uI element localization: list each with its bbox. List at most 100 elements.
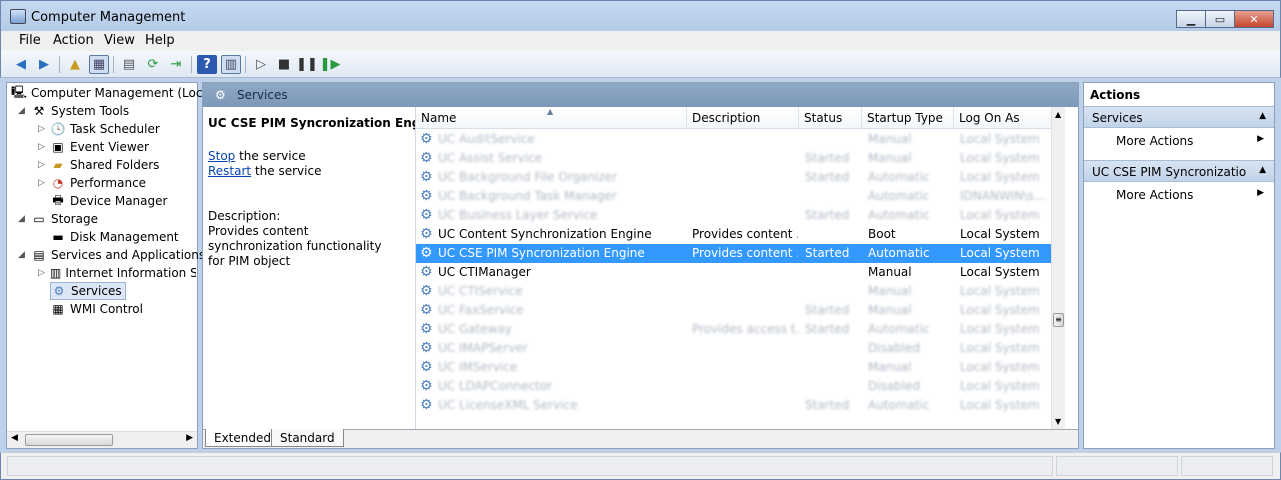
actions-section-selected-service[interactable]: UC CSE PIM Syncronization ...▲ <box>1084 160 1274 182</box>
service-gear-icon: ⚙ <box>420 302 433 318</box>
tree-item-event-viewer[interactable]: ▣ Event Viewer <box>50 138 149 156</box>
expand-arrow-icon[interactable]: ▷ <box>38 178 45 188</box>
tree-horizontal-scrollbar[interactable]: ◀ ▶ <box>7 431 197 448</box>
column-log-on-as[interactable]: Log On As <box>954 107 1052 129</box>
tree-item-system-tools[interactable]: ⚒ System Tools <box>31 102 130 120</box>
up-folder-icon[interactable]: ▲ <box>65 55 85 74</box>
cell-status: Started <box>805 151 850 165</box>
restart-service-icon[interactable]: ❚▶ <box>320 55 341 74</box>
tree-item-services-apps[interactable]: ▤ Services and Applications <box>31 246 205 264</box>
cell-status: Started <box>805 322 850 336</box>
cell-name: UC IMAPServer <box>438 341 528 355</box>
close-button[interactable]: ✕ <box>1234 10 1274 28</box>
collapse-arrow-icon[interactable]: ◢ <box>18 106 25 116</box>
table-row[interactable]: ⚙ UC Gateway Provides access t... Started Au… <box>416 320 1052 339</box>
export-list-icon[interactable]: ⇥ <box>166 55 186 74</box>
tab-extended[interactable]: Extended <box>205 429 280 447</box>
scroll-up-icon[interactable]: ▲ <box>1055 110 1061 119</box>
collapse-arrow-icon[interactable]: ◢ <box>18 250 25 260</box>
table-row[interactable]: ⚙ UC Assist Service Started Manual Local Sys… <box>416 149 1052 168</box>
cell-name: UC Gateway <box>438 322 512 336</box>
table-row[interactable]: ⚙ UC Background File Organizer Started Auto… <box>416 168 1052 187</box>
tree-item-task-scheduler[interactable]: 🕓 Task Scheduler <box>50 120 160 138</box>
table-row[interactable]: ⚙ UC Background Task Manager Automatic IDNA… <box>416 187 1052 206</box>
expand-arrow-icon[interactable]: ▷ <box>38 124 45 134</box>
list-vertical-scrollbar[interactable]: ▲ ≡ ▼ <box>1051 107 1065 429</box>
menu-action[interactable]: Action <box>53 33 94 48</box>
tree-item-storage[interactable]: ▭ Storage <box>31 210 98 228</box>
iis-icon: ▥ <box>50 266 62 280</box>
menu-file[interactable]: File <box>19 33 41 48</box>
cell-name: UC IMService <box>438 360 518 374</box>
table-row[interactable]: ⚙ UC FaxService Started Manual Local System <box>416 301 1052 320</box>
table-row[interactable]: ⚙ UC CTIManager Manual Local System <box>416 263 1052 282</box>
tab-standard[interactable]: Standard <box>271 429 344 447</box>
more-actions-services[interactable]: More Actions ▶ <box>1084 131 1274 151</box>
actions-pane: Actions Services ▲ More Actions ▶ UC CSE P… <box>1083 82 1275 449</box>
expand-arrow-icon[interactable]: ▷ <box>38 160 45 170</box>
tree-item-device-manager[interactable]: 🖶 Device Manager <box>50 192 167 210</box>
tree-item-root[interactable]: 🖳 Computer Management (Local) <box>11 84 218 102</box>
table-row[interactable]: ⚙ UC CTIService Manual Local System <box>416 282 1052 301</box>
expand-arrow-icon[interactable]: ▷ <box>38 142 45 152</box>
pause-service-icon[interactable]: ❚❚ <box>296 55 318 74</box>
start-service-icon[interactable]: ▷ <box>251 55 271 74</box>
stop-service-icon[interactable]: ■ <box>274 55 294 74</box>
tree-item-shared-folders[interactable]: ▰ Shared Folders <box>50 156 159 174</box>
table-row[interactable]: ⚙ UC IMAPServer Disabled Local System <box>416 339 1052 358</box>
refresh-icon[interactable]: ⟳ <box>143 55 163 74</box>
forward-arrow-icon[interactable]: ▶ <box>34 55 54 74</box>
expand-arrow-icon[interactable]: ▷ <box>38 268 45 278</box>
restart-service-link[interactable]: Restart <box>208 164 251 178</box>
scroll-left-icon[interactable]: ◀ <box>11 433 18 443</box>
help-icon[interactable]: ? <box>197 55 217 74</box>
tree-item-performance[interactable]: ◔ Performance <box>50 174 146 192</box>
cell-logon: Local System <box>960 227 1040 241</box>
cell-name: UC AuditService <box>438 132 535 146</box>
cell-logon: Local System <box>960 246 1040 260</box>
actions-section-services[interactable]: Services ▲ <box>1084 106 1274 128</box>
stop-service-link[interactable]: Stop <box>208 149 235 163</box>
tree-item-services[interactable]: ⚙ Services <box>50 282 126 300</box>
scroll-thumb[interactable] <box>25 434 113 446</box>
collapse-up-icon[interactable]: ▲ <box>1259 111 1266 121</box>
column-startup-type[interactable]: Startup Type <box>862 107 954 129</box>
cell-logon: Local System <box>960 265 1040 279</box>
scroll-down-icon[interactable]: ▼ <box>1055 417 1061 426</box>
table-row[interactable]: ⚙ UC LDAPConnector Disabled Local System <box>416 377 1052 396</box>
more-actions-selected-service[interactable]: More Actions ▶ <box>1084 185 1274 205</box>
table-row[interactable]: ⚙ UC Content Synchronization Engine Provid… <box>416 225 1052 244</box>
back-arrow-icon[interactable]: ◀ <box>11 55 31 74</box>
maximize-button[interactable]: ▭ <box>1205 10 1235 28</box>
tree-item-iis[interactable]: ▥Internet Information Services <box>50 264 196 282</box>
cell-logon: Local System <box>960 170 1040 184</box>
cell-name: UC CTIService <box>438 284 523 298</box>
scroll-thumb[interactable]: ≡ <box>1053 313 1064 327</box>
cell-status: Started <box>805 246 850 260</box>
tree-item-disk-management[interactable]: ▬ Disk Management <box>50 228 178 246</box>
cell-logon: Local System <box>960 132 1040 146</box>
show-hide-action-pane-icon[interactable]: ▥ <box>221 55 241 74</box>
column-description[interactable]: Description <box>687 107 799 129</box>
cell-startup: Manual <box>868 151 912 165</box>
column-status[interactable]: Status <box>799 107 862 129</box>
collapse-up-icon[interactable]: ▲ <box>1259 165 1266 175</box>
menu-view[interactable]: View <box>104 33 135 48</box>
collapse-arrow-icon[interactable]: ◢ <box>18 214 25 224</box>
show-hide-console-tree-icon[interactable]: ▦ <box>89 55 109 74</box>
table-row[interactable]: ⚙ UC LicenseXML Service Started Automatic Lo… <box>416 396 1052 415</box>
table-row[interactable]: ⚙ UC CSE PIM Syncronization Engine Provide… <box>416 244 1052 263</box>
column-name[interactable]: Name ▲ <box>416 107 687 129</box>
pane-header: ⚙ Services <box>203 83 1078 107</box>
table-row[interactable]: ⚙ UC AuditService Manual Local System <box>416 130 1052 149</box>
pane-title: Services <box>237 88 288 102</box>
minimize-button[interactable]: ▁ <box>1176 10 1206 28</box>
properties-icon[interactable]: ▤ <box>119 55 139 74</box>
tree-item-wmi[interactable]: ▦ WMI Control <box>50 300 143 318</box>
table-row[interactable]: ⚙ UC Business Layer Service Started Automat… <box>416 206 1052 225</box>
scroll-right-icon[interactable]: ▶ <box>186 433 193 443</box>
table-row[interactable]: ⚙ UC IMService Manual Local System <box>416 358 1052 377</box>
sort-ascending-icon: ▲ <box>547 107 554 116</box>
menu-help[interactable]: Help <box>145 33 175 48</box>
service-gear-icon: ⚙ <box>420 397 433 413</box>
